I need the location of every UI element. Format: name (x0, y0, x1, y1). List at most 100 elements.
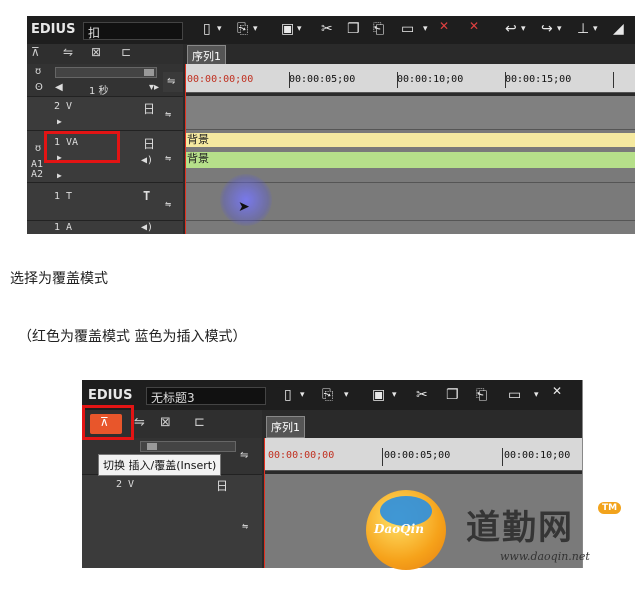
slider-handle[interactable] (144, 69, 154, 76)
tab-sequence[interactable]: 序列1 (266, 416, 305, 438)
snap-icon[interactable]: ⊏ (121, 45, 131, 59)
highlight-box (82, 405, 134, 440)
chevron-down-icon[interactable]: ▾ (392, 390, 397, 400)
cut-icon[interactable]: ✂ (321, 21, 333, 37)
ruler-timecode: 00:00:05;00 (289, 74, 356, 85)
track-2v[interactable]: 2 V 日 ⇋ (82, 474, 262, 568)
import-icon[interactable]: ⎘ (322, 387, 333, 403)
toggle-icon[interactable]: ⇋ (165, 153, 171, 164)
time-ruler[interactable]: 00:00:00;00 00:00:05;00 00:00:10;00 00:0… (185, 64, 635, 93)
toggle-icon[interactable]: ⇋ (163, 72, 183, 92)
watermark-badge: DaoQin (366, 490, 446, 570)
scale-right-icon[interactable]: ▾▸ (149, 82, 159, 93)
mute-toggle-icon[interactable]: ʊ (35, 66, 41, 77)
slider-handle[interactable] (147, 443, 157, 450)
edius-screenshot-overwrite: EDIUS 扣 ▯ ▾ ⎘ ▾ ▣ ▾ ✂ ❐ ⎗ ▭ ▾ ✕ ✕ ↩ ▾ ↪ … (27, 16, 635, 234)
playhead[interactable] (185, 64, 186, 234)
track-header-controls: ʊ ʘ ◀ 1 秒 ▾▸ (27, 64, 183, 97)
edius-logo: EDIUS (88, 388, 133, 403)
watermark-url: www.daoqin.net (500, 550, 590, 563)
ruler-timecode: 00:00:10;00 (397, 74, 464, 85)
scale-left-icon[interactable]: ◀ (55, 82, 63, 93)
track-1t[interactable]: 1 T T ⇋ (27, 182, 183, 221)
caption-mode-colors: （红色为覆盖模式 蓝色为插入模式） (18, 329, 247, 345)
chevron-down-icon[interactable]: ▾ (557, 24, 562, 34)
save-icon[interactable]: ▣ (372, 387, 385, 403)
expand-icon[interactable]: ▶ (57, 171, 62, 180)
track-name: 2 V (116, 479, 135, 490)
watermark-badge-text: DaoQin (374, 522, 424, 536)
delete-icon[interactable]: ✕ (552, 384, 562, 398)
sync-lock-icon[interactable]: ⇋ (63, 45, 73, 59)
edius-logo: EDIUS (31, 22, 76, 37)
clip-video[interactable]: 背景 (185, 133, 635, 147)
sync-lock-icon[interactable]: ⇋ (134, 415, 145, 430)
zoom-slider[interactable] (55, 67, 157, 78)
clip-label: 背景 (187, 133, 209, 146)
overwrite-mode-icon[interactable]: ⊼ (31, 45, 40, 59)
track-name: 1 T (54, 191, 73, 202)
watermark-brand: 道勤网 (466, 508, 574, 548)
copy-icon[interactable]: ❐ (446, 387, 459, 403)
new-file-icon[interactable]: ▯ (203, 21, 211, 37)
title-bar: EDIUS 扣 ▯ ▾ ⎘ ▾ ▣ ▾ ✂ ❐ ⎗ ▭ ▾ ✕ ✕ ↩ ▾ ↪ … (27, 16, 635, 44)
link-icon[interactable]: ⊠ (160, 415, 171, 430)
toggle-icon[interactable]: ⇋ (165, 199, 171, 210)
zoom-slider[interactable] (140, 441, 236, 452)
title-bar: EDIUS 无标题3 ▯ ▾ ⎘ ▾ ▣ ▾ ✂ ❐ ⎗ ▭ ▾ ✕ (82, 380, 582, 410)
paste-icon[interactable]: ⎗ (476, 387, 487, 403)
track-1a[interactable]: 1 A ◀) (27, 220, 183, 234)
playhead[interactable] (264, 438, 265, 568)
ruler-timecode: 00:00:00;00 (187, 74, 254, 85)
lock-icon[interactable]: ʘ (35, 82, 43, 93)
track-name: 1 A (54, 222, 73, 233)
clip-audio[interactable]: 背景 (185, 152, 635, 168)
track-2v[interactable]: 2 V 日 ▶ ⇋ (27, 96, 183, 131)
watermark-tm: TM (598, 502, 622, 514)
audio-track-icon: ◀) (141, 222, 154, 233)
clip-label: 背景 (187, 152, 209, 165)
snap-icon[interactable]: ⊏ (194, 415, 205, 430)
import-icon[interactable]: ⎘ (237, 21, 248, 37)
cut-icon[interactable]: ✂ (416, 387, 428, 403)
replace-icon[interactable]: ▭ (508, 387, 521, 403)
new-file-icon[interactable]: ▯ (284, 387, 292, 403)
chevron-down-icon[interactable]: ▾ (521, 24, 526, 34)
expand-icon[interactable]: ▶ (57, 117, 62, 126)
ruler-timecode: 00:00:10;00 (504, 450, 571, 461)
ruler-timecode: 00:00:05;00 (384, 450, 451, 461)
audio-track-icon: ◀) (141, 155, 154, 166)
mode-toolbar: ⊼ ⇋ ⊠ ⊏ (27, 44, 183, 64)
project-name: 无标题3 (146, 387, 266, 405)
save-icon[interactable]: ▣ (281, 21, 294, 37)
mute-toggle-icon[interactable]: ʊ (35, 143, 41, 154)
chevron-down-icon[interactable]: ▾ (217, 24, 222, 34)
undo-icon[interactable]: ↩ (505, 21, 517, 37)
ripple-delete-icon[interactable]: ✕ (469, 19, 479, 33)
ruler-timecode: 00:00:15;00 (505, 74, 572, 85)
marker-icon[interactable]: ⊥ (577, 21, 589, 37)
video-track-icon: 日 (143, 137, 156, 151)
chevron-down-icon[interactable]: ▾ (423, 24, 428, 34)
chevron-down-icon[interactable]: ▾ (297, 24, 302, 34)
scale-label[interactable]: 1 秒 (89, 82, 109, 97)
copy-icon[interactable]: ❐ (347, 21, 360, 37)
caption-select-overwrite: 选择为覆盖模式 (10, 271, 108, 287)
paste-icon[interactable]: ⎗ (373, 21, 384, 37)
time-ruler[interactable]: 00:00:00;00 00:00:05;00 00:00:10;00 (264, 438, 582, 471)
channel-label-a2: A2 (31, 169, 44, 180)
toggle-icon[interactable]: ⇋ (242, 521, 248, 532)
chevron-down-icon[interactable]: ▾ (253, 24, 258, 34)
delete-icon[interactable]: ✕ (439, 19, 449, 33)
toggle-icon[interactable]: ⇋ (165, 109, 171, 120)
chevron-down-icon[interactable]: ▾ (300, 390, 305, 400)
redo-icon[interactable]: ↪ (541, 21, 553, 37)
chevron-down-icon[interactable]: ▾ (593, 24, 598, 34)
chevron-down-icon[interactable]: ▾ (344, 390, 349, 400)
link-icon[interactable]: ⊠ (91, 45, 101, 59)
replace-icon[interactable]: ▭ (401, 21, 414, 37)
ruler-timecode: 00:00:00;00 (268, 450, 335, 461)
chevron-down-icon[interactable]: ▾ (534, 390, 539, 400)
trim-icon[interactable]: ◢ (613, 21, 624, 37)
toggle-icon[interactable]: ⇋ (240, 450, 248, 461)
